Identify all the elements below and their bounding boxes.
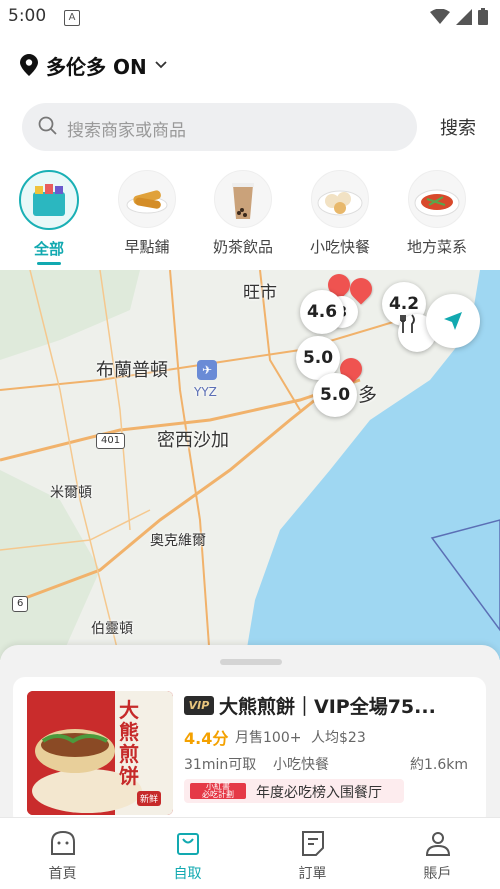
shopping-bag-icon <box>125 828 250 858</box>
xiaohongshu-logo: 小紅書 必吃計劃 <box>190 783 246 799</box>
map-place: 密西沙加 <box>157 430 229 451</box>
category-snacks[interactable]: 小吃快餐 <box>295 168 385 257</box>
battery-icon <box>478 8 488 25</box>
utensils-icon <box>400 314 415 333</box>
nav-account[interactable]: 賬戶 <box>375 828 500 883</box>
category-snacks-image <box>311 170 369 228</box>
category-regional-image <box>408 170 466 228</box>
category-milk-tea-image <box>214 170 272 228</box>
average-price: 人均$23 <box>311 730 366 746</box>
orders-icon <box>250 828 375 858</box>
category-bar: 全部 早點鋪 奶茶飲品 小吃快餐 地方菜系 <box>0 168 500 265</box>
map-place: 布蘭普頓 <box>96 360 168 381</box>
category-label: 奶茶飲品 <box>212 238 273 256</box>
locate-me-button[interactable] <box>426 294 480 348</box>
category-active-indicator <box>37 262 61 265</box>
wifi-icon <box>430 8 450 24</box>
airport-icon: ✈ <box>197 360 217 380</box>
store-distance: 約1.6km <box>410 757 469 773</box>
store-image-title: 大熊煎饼 <box>119 698 139 788</box>
promo-text: 年度必吃榜入围餐厅 <box>256 785 382 801</box>
navigation-arrow-icon <box>444 312 462 330</box>
road-shield: 6 <box>12 596 29 612</box>
map-place: 伯靈頓 <box>91 621 133 637</box>
map-place: 多 <box>358 384 378 406</box>
store-score: 4.4分 <box>184 729 229 748</box>
promo-tag: 小紅書 必吃計劃 年度必吃榜入围餐厅 <box>184 779 404 803</box>
status-time: 5:00 <box>8 6 47 26</box>
category-label: 早點鋪 <box>124 238 170 256</box>
home-icon <box>0 828 125 858</box>
nav-label: 首頁 <box>48 866 77 882</box>
map-place: 旺市 <box>243 283 277 303</box>
category-label: 地方菜系 <box>406 238 467 256</box>
store-image-badge: 新鲜 <box>137 791 162 806</box>
search-input[interactable]: 搜索商家或商品 <box>22 103 417 151</box>
status-icons <box>430 8 488 25</box>
airport-code: YYZ <box>194 385 217 399</box>
category-breakfast[interactable]: 早點鋪 <box>102 168 192 257</box>
chevron-down-icon <box>155 61 167 69</box>
nav-label: 自取 <box>173 866 202 882</box>
monthly-sales: 月售100+ <box>235 730 302 746</box>
sheet-drag-handle[interactable] <box>220 659 282 665</box>
store-category: 小吃快餐 <box>273 757 329 773</box>
promo-logo-line2: 必吃計劃 <box>202 790 234 799</box>
category-all-image <box>19 170 79 230</box>
rating-marker[interactable]: 4.6 <box>300 290 344 334</box>
location-city: 多伦多 ON <box>46 54 147 79</box>
search-placeholder: 搜索商家或商品 <box>67 121 186 141</box>
nav-label: 訂單 <box>298 866 327 882</box>
nav-pickup[interactable]: 自取 <box>125 828 250 883</box>
search-button[interactable]: 搜索 <box>440 114 476 140</box>
category-breakfast-image <box>118 170 176 228</box>
store-card[interactable]: 大熊煎饼 新鲜 VIP 大熊煎餅｜VIP全場75... 4.4分 月售100+ … <box>13 677 486 827</box>
account-icon <box>375 828 500 858</box>
bottom-nav: 首頁 自取 訂單 賬戶 <box>0 817 500 889</box>
category-label: 小吃快餐 <box>309 238 370 256</box>
nav-home[interactable]: 首頁 <box>0 828 125 883</box>
category-milk-tea[interactable]: 奶茶飲品 <box>198 168 288 257</box>
notification-icon: A <box>64 10 80 26</box>
store-list-sheet: 大熊煎饼 新鲜 VIP 大熊煎餅｜VIP全場75... 4.4分 月售100+ … <box>0 645 500 827</box>
location-selector[interactable]: 多伦多 ON <box>20 50 167 80</box>
road-shield: 401 <box>96 433 126 449</box>
store-name: 大熊煎餅｜VIP全場75... <box>219 696 436 718</box>
map-view[interactable]: 旺市 布蘭普頓 密西沙加 米爾頓 奧克維爾 伯靈頓 多 ✈ YYZ 401 6 … <box>0 270 500 660</box>
search-icon <box>38 116 58 140</box>
map-place: 米爾頓 <box>50 485 92 501</box>
pickup-time: 31min可取 <box>184 757 257 773</box>
rating-marker[interactable]: 5.0 <box>313 373 357 417</box>
status-bar: 5:00 A <box>0 0 500 34</box>
vip-badge: VIP <box>184 696 214 715</box>
category-all[interactable]: 全部 <box>4 168 94 265</box>
map-place: 奧克維爾 <box>150 533 206 549</box>
category-label: 全部 <box>33 240 64 258</box>
nav-orders[interactable]: 訂單 <box>250 828 375 883</box>
signal-icon <box>456 8 472 25</box>
store-image: 大熊煎饼 新鲜 <box>27 691 173 815</box>
category-regional[interactable]: 地方菜系 <box>392 168 482 257</box>
location-pin-icon <box>20 54 38 76</box>
nav-label: 賬戶 <box>423 866 452 882</box>
